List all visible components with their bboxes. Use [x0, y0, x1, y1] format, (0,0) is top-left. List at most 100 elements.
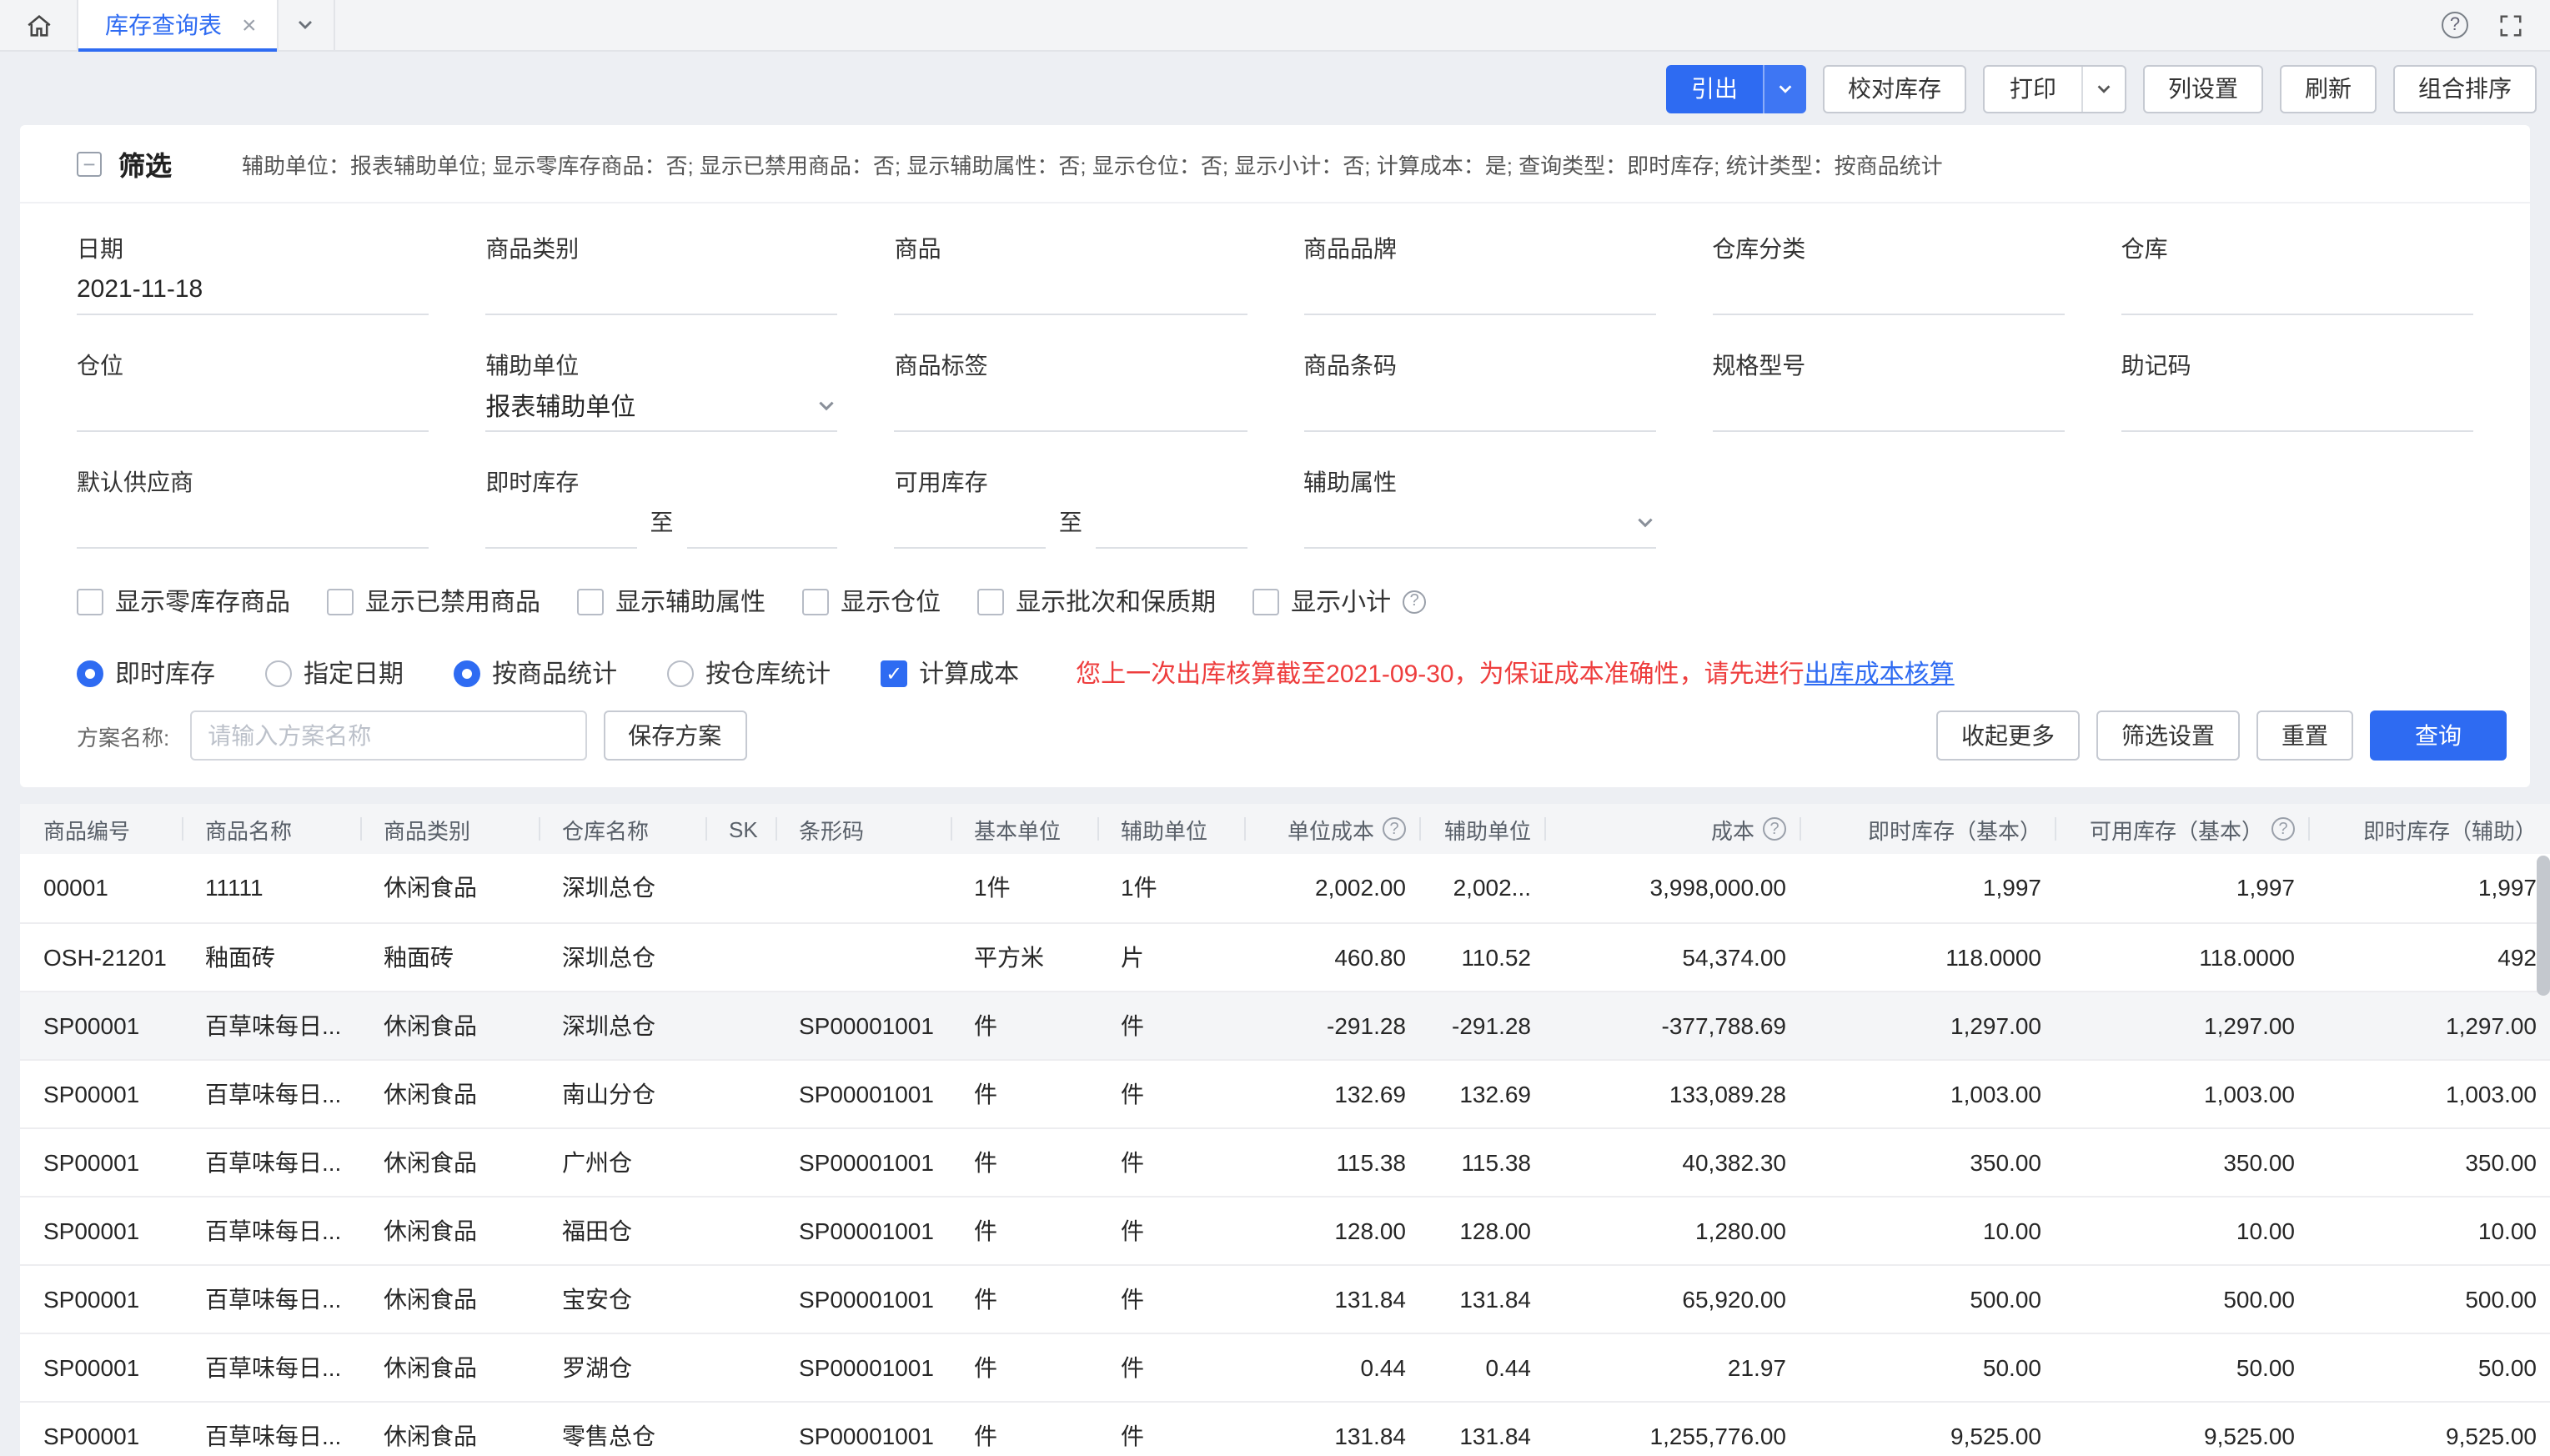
help-icon[interactable]: ?: [1383, 817, 1406, 841]
radio-option[interactable]: 按商品统计: [454, 655, 617, 690]
column-header[interactable]: 商品编号: [20, 804, 182, 854]
display-option-checkbox[interactable]: 显示已禁用商品: [327, 584, 540, 619]
field-input[interactable]: 2021-11-18: [77, 265, 429, 315]
refresh-button[interactable]: 刷新: [2280, 64, 2377, 113]
vertical-scrollbar[interactable]: [2537, 856, 2550, 1423]
radio-label: 即时库存: [115, 655, 215, 690]
radio-option[interactable]: 指定日期: [265, 655, 404, 690]
column-header[interactable]: 单位成本?: [1244, 804, 1419, 854]
help-icon[interactable]: ?: [2271, 817, 2295, 841]
print-label: 打印: [1985, 66, 2081, 111]
column-settings-button[interactable]: 列设置: [2143, 64, 2263, 113]
column-header[interactable]: 基本单位: [951, 804, 1097, 854]
table-row[interactable]: SP00001百草味每日...休闲食品广州仓SP00001001件件115.38…: [20, 1127, 2550, 1196]
fullscreen-icon[interactable]: [2498, 13, 2523, 38]
column-header[interactable]: 可用库存（基本）?: [2055, 804, 2308, 854]
radio-option[interactable]: 按仓库统计: [667, 655, 831, 690]
checkbox-box: [577, 588, 604, 615]
export-button[interactable]: 引出: [1666, 64, 1806, 113]
table-row[interactable]: SP00001百草味每日...休闲食品零售总仓SP00001001件件131.8…: [20, 1401, 2550, 1456]
table-cell: 件: [951, 1127, 1097, 1196]
table-cell: 1,003.00: [2055, 1059, 2308, 1127]
save-plan-button[interactable]: 保存方案: [603, 710, 746, 761]
filter-field: 商品品牌: [1303, 203, 1655, 320]
tab-inventory-query[interactable]: 库存查询表 ×: [77, 0, 279, 50]
table-row[interactable]: SP00001百草味每日...休闲食品福田仓SP00001001件件128.00…: [20, 1196, 2550, 1264]
reset-button[interactable]: 重置: [2256, 710, 2353, 761]
field-input[interactable]: [1303, 382, 1655, 432]
help-icon[interactable]: ?: [1763, 817, 1786, 841]
table-row[interactable]: SP00001百草味每日...休闲食品罗湖仓SP00001001件件0.440.…: [20, 1333, 2550, 1401]
field-input[interactable]: [2121, 382, 2473, 432]
table-cell: 128.00: [1244, 1196, 1419, 1264]
collapse-more-button[interactable]: 收起更多: [1936, 710, 2080, 761]
table-row[interactable]: SP00001百草味每日...休闲食品宝安仓SP00001001件件131.84…: [20, 1264, 2550, 1333]
radio-option[interactable]: 即时库存: [77, 655, 215, 690]
radio-circle: [454, 660, 480, 686]
table-row[interactable]: SP00001百草味每日...休闲食品南山分仓SP00001001件件132.6…: [20, 1059, 2550, 1127]
export-dropdown[interactable]: [1763, 64, 1806, 113]
radio-circle: [265, 660, 292, 686]
field-input[interactable]: [1303, 265, 1655, 315]
plan-name-input[interactable]: [189, 710, 586, 761]
print-dropdown[interactable]: [2081, 66, 2125, 111]
table-row[interactable]: SP00001百草味每日...休闲食品深圳总仓SP00001001件件-291.…: [20, 991, 2550, 1059]
range-from-input[interactable]: [485, 499, 636, 549]
column-header[interactable]: 辅助单位: [1419, 804, 1544, 854]
table-row[interactable]: 0000111111休闲食品深圳总仓1件1件2,002.002,002...3,…: [20, 854, 2550, 922]
checkbox-label: 显示批次和保质期: [1016, 584, 1216, 619]
calc-cost-checkbox[interactable]: ✓计算成本: [881, 655, 1019, 690]
verify-stock-button[interactable]: 校对库存: [1823, 64, 1966, 113]
table-cell: 件: [1097, 1401, 1244, 1456]
print-button[interactable]: 打印: [1983, 64, 2126, 113]
column-header[interactable]: 仓库名称: [539, 804, 705, 854]
display-option-checkbox[interactable]: 显示辅助属性: [577, 584, 766, 619]
field-input[interactable]: [895, 382, 1247, 432]
column-header[interactable]: 辅助单位: [1097, 804, 1244, 854]
field-input[interactable]: [1303, 499, 1655, 549]
help-icon[interactable]: ?: [2442, 12, 2468, 38]
column-header-label: 条形码: [799, 813, 864, 845]
table-cell: [705, 991, 776, 1059]
table-cell: [705, 1127, 776, 1196]
display-option-checkbox[interactable]: 显示零库存商品: [77, 584, 290, 619]
column-header[interactable]: 成本?: [1544, 804, 1800, 854]
display-option-checkbox[interactable]: 显示仓位: [802, 584, 941, 619]
range-to-input[interactable]: [1096, 499, 1247, 549]
column-header[interactable]: 条形码: [776, 804, 951, 854]
field-input[interactable]: [77, 499, 429, 549]
column-header[interactable]: 即时库存（基本）: [1800, 804, 2055, 854]
table-cell: 1,297.00: [2055, 991, 2308, 1059]
field-input[interactable]: 报表辅助单位: [485, 382, 837, 432]
column-header[interactable]: 商品类别: [360, 804, 539, 854]
display-option-checkbox[interactable]: 显示批次和保质期: [977, 584, 1216, 619]
field-input[interactable]: [485, 265, 837, 315]
table-row[interactable]: OSH-21201釉面砖釉面砖深圳总仓平方米片460.80110.5254,37…: [20, 922, 2550, 991]
field-input[interactable]: [77, 382, 429, 432]
table-cell: 件: [1097, 1333, 1244, 1401]
scrollbar-thumb[interactable]: [2537, 856, 2550, 996]
filter-settings-button[interactable]: 筛选设置: [2096, 710, 2240, 761]
field-input[interactable]: [1712, 382, 2064, 432]
help-icon[interactable]: ?: [1403, 590, 1426, 613]
column-header[interactable]: 即时库存（辅助）: [2308, 804, 2550, 854]
table-cell: 休闲食品: [360, 1059, 539, 1127]
tab-list-dropdown[interactable]: [279, 0, 335, 50]
field-input[interactable]: [895, 265, 1247, 315]
field-input[interactable]: [1712, 265, 2064, 315]
close-icon[interactable]: ×: [242, 13, 257, 38]
cost-accounting-link[interactable]: 出库成本核算: [1805, 660, 1955, 689]
home-button[interactable]: [0, 0, 77, 50]
display-option-checkbox[interactable]: 显示小计?: [1252, 584, 1426, 619]
table-cell: 1,297.00: [1800, 991, 2055, 1059]
combo-sort-button[interactable]: 组合排序: [2393, 64, 2537, 113]
field-input[interactable]: [2121, 265, 2473, 315]
table-cell: 休闲食品: [360, 854, 539, 922]
query-button[interactable]: 查询: [2370, 710, 2507, 761]
range-from-input[interactable]: [895, 499, 1046, 549]
column-header[interactable]: 商品名称: [182, 804, 360, 854]
column-header[interactable]: SK: [705, 804, 776, 854]
collapse-icon[interactable]: −: [77, 151, 102, 176]
range-to-input[interactable]: [687, 499, 838, 549]
table-cell: 休闲食品: [360, 991, 539, 1059]
